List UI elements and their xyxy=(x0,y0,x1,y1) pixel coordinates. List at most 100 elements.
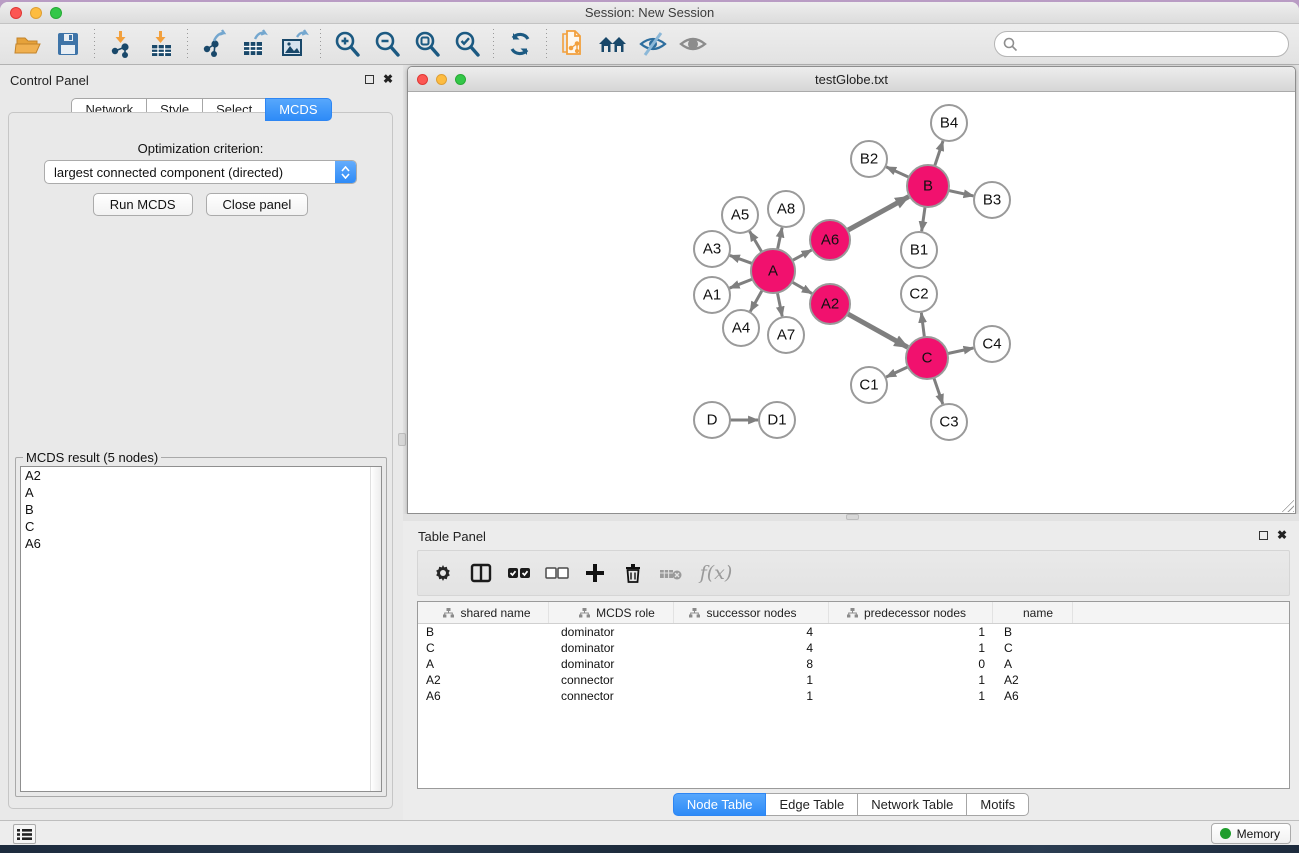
table-row[interactable]: A6connector11A6 xyxy=(418,688,1289,704)
graph-node-C1[interactable]: C1 xyxy=(851,367,887,403)
result-item[interactable]: B xyxy=(21,501,381,518)
graph-node-A3[interactable]: A3 xyxy=(694,231,730,267)
zoom-in-icon[interactable] xyxy=(327,26,367,62)
column-header-predecessor-nodes[interactable]: predecessor nodes xyxy=(829,602,993,623)
memory-button[interactable]: Memory xyxy=(1211,823,1291,844)
table-float-panel-icon[interactable] xyxy=(1259,531,1268,540)
column-header-mcds-role[interactable]: MCDS role xyxy=(549,602,674,623)
refresh-icon[interactable] xyxy=(500,26,540,62)
graph-node-A6[interactable]: A6 xyxy=(810,220,850,260)
open-file-icon[interactable] xyxy=(8,26,48,62)
graph-node-D[interactable]: D xyxy=(694,402,730,438)
zoom-out-icon[interactable] xyxy=(367,26,407,62)
control-panel: Control Panel ✖ NetworkStyleSelectMCDS O… xyxy=(0,65,403,820)
homes-icon[interactable] xyxy=(593,26,633,62)
graph-node-B1[interactable]: B1 xyxy=(901,232,937,268)
table-row[interactable]: Adominator80A xyxy=(418,656,1289,672)
tab-edge-table[interactable]: Edge Table xyxy=(765,793,858,816)
graph-node-label: A6 xyxy=(821,232,839,249)
table-cell: 1 xyxy=(674,689,829,703)
import-network-icon[interactable] xyxy=(101,26,141,62)
result-item[interactable]: A2 xyxy=(21,467,381,484)
table-row[interactable]: Cdominator41C xyxy=(418,640,1289,656)
tab-motifs[interactable]: Motifs xyxy=(966,793,1029,816)
result-item[interactable]: C xyxy=(21,518,381,535)
graph-node-label: C2 xyxy=(909,286,928,303)
graph-node-B4[interactable]: B4 xyxy=(931,105,967,141)
graph-node-C3[interactable]: C3 xyxy=(931,404,967,440)
column-header-shared-name[interactable]: shared name xyxy=(418,602,549,623)
table-cell: dominator xyxy=(549,657,674,671)
status-bar: Memory xyxy=(0,820,1299,845)
toolbar-separator xyxy=(320,29,321,59)
graph-node-A7[interactable]: A7 xyxy=(768,317,804,353)
graph-node-A4[interactable]: A4 xyxy=(723,310,759,346)
search-field[interactable] xyxy=(994,31,1289,57)
window-title: Session: New Session xyxy=(0,5,1299,20)
graph-node-label: A4 xyxy=(732,320,750,337)
zoom-fit-icon[interactable] xyxy=(407,26,447,62)
graph-node-C2[interactable]: C2 xyxy=(901,276,937,312)
function-builder-button[interactable]: f(x) xyxy=(692,556,740,590)
show-column-panel-icon[interactable] xyxy=(464,556,498,590)
run-mcds-button[interactable]: Run MCDS xyxy=(93,193,193,216)
network-canvas[interactable]: A A6 A2 B C A1 A3 A4 A5 A7 A8 B1 B2 B3 B4 C1 C2 C3 C4 D D1 xyxy=(408,92,1295,513)
table-settings-gear-icon[interactable] xyxy=(426,556,460,590)
table-close-panel-icon[interactable]: ✖ xyxy=(1277,530,1287,541)
search-input[interactable] xyxy=(1022,34,1288,54)
column-header-successor-nodes[interactable]: successor nodes xyxy=(674,602,829,623)
task-history-list-icon[interactable] xyxy=(13,824,36,844)
criterion-dropdown[interactable]: largest connected component (directed) xyxy=(44,160,357,184)
column-header-name[interactable]: name xyxy=(993,602,1073,623)
export-table-icon[interactable] xyxy=(234,26,274,62)
save-session-icon[interactable] xyxy=(48,26,88,62)
memory-status-dot-icon xyxy=(1220,828,1231,839)
mcds-result-title: MCDS result (5 nodes) xyxy=(23,450,161,465)
table-cell: A xyxy=(418,657,549,671)
graph-node-label: B3 xyxy=(983,192,1001,209)
delete-column-trash-icon[interactable] xyxy=(616,556,650,590)
tab-node-table[interactable]: Node Table xyxy=(673,793,767,816)
graph-node-C[interactable]: C xyxy=(906,337,948,379)
result-list-scrollbar[interactable] xyxy=(370,467,381,791)
mcds-result-list[interactable]: A2ABCA6 xyxy=(20,466,382,792)
hide-selected-eye-slash-icon[interactable] xyxy=(633,26,673,62)
graph-node-label: B1 xyxy=(910,242,928,259)
result-item[interactable]: A6 xyxy=(21,535,381,552)
graph-node-C4[interactable]: C4 xyxy=(974,326,1010,362)
table-cell: 1 xyxy=(829,625,993,639)
horizontal-divider-grip[interactable] xyxy=(846,514,859,520)
close-panel-button[interactable]: Close panel xyxy=(206,193,309,216)
graph-node-B2[interactable]: B2 xyxy=(851,141,887,177)
graph-node-D1[interactable]: D1 xyxy=(759,402,795,438)
graph-node-A8[interactable]: A8 xyxy=(768,191,804,227)
export-network-icon[interactable] xyxy=(194,26,234,62)
delete-table-icon[interactable] xyxy=(654,556,688,590)
float-panel-icon[interactable] xyxy=(365,75,374,84)
tab-mcds[interactable]: MCDS xyxy=(265,98,331,121)
graph-node-B[interactable]: B xyxy=(907,165,949,207)
import-table-icon[interactable] xyxy=(141,26,181,62)
deselect-all-columns-icon[interactable] xyxy=(540,556,574,590)
result-item[interactable]: A xyxy=(21,484,381,501)
new-network-from-selection-icon[interactable] xyxy=(553,26,593,62)
table-cell: 4 xyxy=(674,641,829,655)
graph-node-A5[interactable]: A5 xyxy=(722,197,758,233)
select-all-columns-icon[interactable] xyxy=(502,556,536,590)
graph-node-A[interactable]: A xyxy=(751,249,795,293)
table-cell: 1 xyxy=(674,673,829,687)
graph-node-label: C1 xyxy=(859,377,878,394)
graph-node-B3[interactable]: B3 xyxy=(974,182,1010,218)
show-selected-eye-icon[interactable] xyxy=(673,26,713,62)
criterion-value: largest connected component (directed) xyxy=(45,165,335,180)
zoom-selected-icon[interactable] xyxy=(447,26,487,62)
graph-node-A2[interactable]: A2 xyxy=(810,284,850,324)
table-row[interactable]: A2connector11A2 xyxy=(418,672,1289,688)
close-panel-icon[interactable]: ✖ xyxy=(383,74,393,85)
graph-node-A1[interactable]: A1 xyxy=(694,277,730,313)
split-divider-grip[interactable] xyxy=(398,433,406,446)
table-row[interactable]: Bdominator41B xyxy=(418,624,1289,640)
export-image-icon[interactable] xyxy=(274,26,314,62)
create-column-plus-icon[interactable] xyxy=(578,556,612,590)
tab-network-table[interactable]: Network Table xyxy=(857,793,967,816)
